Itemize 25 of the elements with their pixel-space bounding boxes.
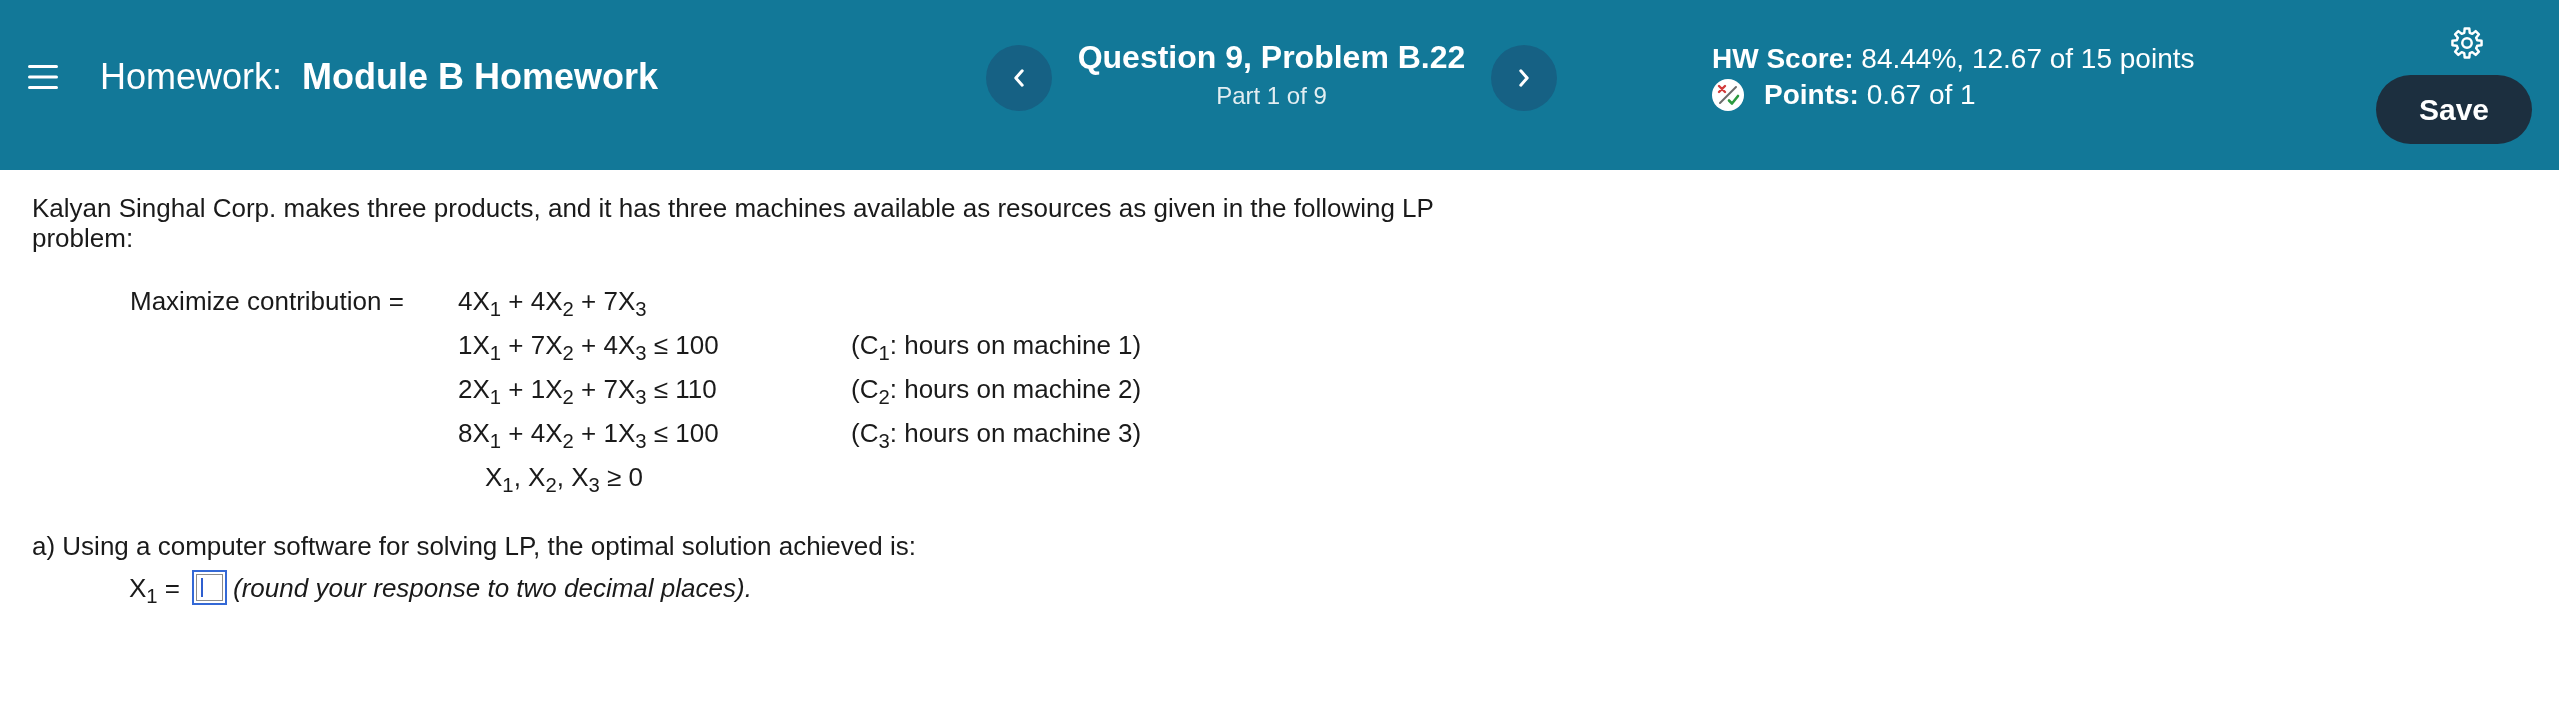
assignment-title: Homework: Module B Homework bbox=[100, 57, 659, 97]
chevron-right-icon bbox=[1519, 69, 1529, 87]
answer-box[interactable] bbox=[192, 570, 228, 605]
answer-hint: (round your response to two decimal places). bbox=[233, 572, 752, 603]
variable-label: X$_{1}$ = bbox=[129, 572, 181, 603]
question-points-text: Points: 0.67 of 1 bbox=[1764, 78, 1976, 112]
constraint-note: (C$_{1}$: hours on machine 1) bbox=[851, 330, 1142, 360]
constraint-expression: 1X$_{1}$ + 7X$_{2}$ + 4X$_{3}$ ≤ 100 bbox=[458, 330, 719, 360]
save-button[interactable]: Save bbox=[2376, 75, 2532, 144]
cross-and-check-icon bbox=[1712, 79, 1744, 111]
settings-icon[interactable] bbox=[2450, 26, 2484, 60]
constraint-note: (C$_{2}$: hours on machine 2) bbox=[851, 374, 1142, 404]
constraint-expression: 8X$_{1}$ + 4X$_{2}$ + 1X$_{3}$ ≤ 100 bbox=[458, 418, 719, 448]
objective-label: Maximize contribution = bbox=[130, 286, 404, 316]
homework-score-text: HW Score: 84.44%, 12.67 of 15 points bbox=[1712, 42, 2195, 76]
constraint-note: (C$_{3}$: hours on machine 3) bbox=[851, 418, 1142, 448]
constraint-expression: 2X$_{1}$ + 1X$_{2}$ + 7X$_{3}$ ≤ 110 bbox=[458, 374, 717, 404]
chevron-left-icon bbox=[1014, 69, 1024, 87]
menu-icon[interactable] bbox=[28, 64, 58, 90]
problem-statement: Kalyan Singhal Corp. makes three products, and it has three machines available as resources as given in the following LP problem: bbox=[32, 193, 1435, 253]
objective-expression: 4X$_{1}$ + 4X$_{2}$ + 7X$_{3}$ bbox=[458, 286, 647, 316]
nonnegativity-constraint: X$_{1}$, X$_{2}$, X$_{3}$ ≥ 0 bbox=[485, 462, 643, 492]
question-title: Question 9, Problem B.22 bbox=[1077, 39, 1466, 75]
question-prompt: a) Using a computer software for solving LP, the optimal solution achieved is: bbox=[32, 531, 917, 561]
question-part: Part 1 of 9 bbox=[1216, 82, 1327, 110]
